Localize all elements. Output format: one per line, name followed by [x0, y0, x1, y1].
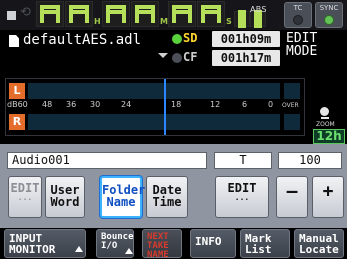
date-time-button[interactable]: Date Time — [146, 176, 188, 218]
button-label: Word — [50, 195, 80, 209]
edit-number-button[interactable]: EDIT ... — [215, 176, 269, 218]
tc-indicator: TC — [284, 2, 312, 28]
counter-unit-m: M — [160, 17, 168, 26]
triangle-up-icon — [75, 246, 83, 252]
button-label: Name — [106, 195, 136, 209]
scale-tick: 30 — [90, 100, 101, 109]
scale-tick: 12 — [210, 100, 221, 109]
scale-tick: OVER — [282, 102, 299, 109]
button-label: Locate — [299, 243, 339, 256]
counter-digit — [197, 1, 225, 27]
counter-unit-h: H — [94, 17, 101, 26]
media-remaining-time: 001h17m — [212, 50, 280, 66]
function-button-bar: INPUT MONITOR Bounce I/O NEXT TAKE NAME … — [0, 228, 347, 259]
counter-digit — [102, 1, 130, 27]
manual-locate-button[interactable]: Manual Locate — [294, 229, 344, 258]
time-counter: H M S — [36, 1, 268, 29]
type-field[interactable]: T — [214, 152, 272, 169]
file-icon — [9, 35, 19, 47]
channel-label-r: R — [9, 114, 25, 130]
edit-user-word-button[interactable]: EDIT ... — [8, 176, 42, 218]
meter-bar-l — [28, 83, 280, 99]
repeat-icon: ⟲ — [20, 5, 31, 20]
scale-tick: 18 — [171, 100, 182, 109]
scale-tick: 24 — [121, 100, 132, 109]
channel-label-l: L — [9, 83, 25, 99]
name-edit-panel: Audio001 T 100 EDIT ... User Word Folder… — [0, 144, 347, 228]
frame-digit — [234, 10, 250, 28]
next-take-name-button[interactable]: NEXT TAKE NAME — [142, 229, 182, 259]
increment-button[interactable]: + — [312, 176, 344, 218]
ellipsis-icon: ... — [17, 193, 33, 202]
tc-led-icon — [293, 15, 303, 25]
level-meter-area: L dB60 48 36 30 24 18 12 6 0 OVER R ZOOM… — [0, 68, 347, 144]
level-meter: L dB60 48 36 30 24 18 12 6 0 OVER R — [5, 78, 305, 136]
folder-name-button[interactable]: Folder Name — [100, 176, 145, 218]
chevron-down-icon[interactable] — [158, 53, 168, 58]
counter-unit-s: S — [226, 17, 232, 26]
zoom-label: ZOOM — [316, 121, 335, 128]
counter-digit — [36, 1, 64, 27]
media-label: SD — [183, 31, 198, 45]
scale-tick: dB60 — [7, 100, 28, 109]
button-label: List — [245, 243, 272, 256]
decrement-button[interactable]: – — [276, 176, 308, 218]
media-inactive-led-icon — [172, 53, 182, 63]
media-row-cf: CF 001h17m — [170, 50, 282, 67]
media-remaining: SD 001h09m CF 001h17m — [170, 31, 282, 67]
counter-digit — [65, 1, 93, 27]
counter-digit — [131, 1, 159, 27]
counter-digit — [168, 1, 196, 27]
stop-icon — [7, 11, 16, 20]
scale-tick: 6 — [242, 100, 248, 109]
meter-bar-r — [28, 114, 280, 130]
number-field[interactable]: 100 — [278, 152, 342, 169]
button-label: Time — [152, 195, 182, 209]
over-indicator-r — [284, 114, 300, 130]
zoom-value[interactable]: 12h — [313, 129, 345, 144]
scale-tick: 36 — [66, 100, 77, 109]
playhead-marker — [164, 79, 166, 135]
ellipsis-icon: ... — [234, 193, 250, 202]
sync-led-icon — [324, 15, 334, 25]
meter-scale: dB60 48 36 30 24 18 12 6 0 OVER — [6, 100, 306, 111]
input-monitor-button[interactable]: INPUT MONITOR — [4, 229, 86, 258]
project-filename[interactable]: defaultAES.adl — [23, 32, 141, 48]
sync-label: SYNC — [319, 4, 339, 12]
scale-tick: 48 — [42, 100, 53, 109]
edit-mode-label: EDIT MODE — [286, 31, 318, 59]
media-label: CF — [183, 50, 198, 64]
mark-list-button[interactable]: Mark List — [240, 229, 290, 258]
zoom-icon[interactable] — [320, 107, 329, 119]
tc-label: TC — [293, 4, 303, 12]
triangle-up-icon — [125, 248, 133, 254]
button-label: I/O — [101, 241, 118, 251]
button-label: MONITOR — [9, 243, 56, 256]
name-field[interactable]: Audio001 — [7, 152, 207, 169]
sync-indicator: SYNC — [315, 2, 343, 28]
media-active-led-icon — [172, 34, 182, 44]
media-row-sd: SD 001h09m — [170, 31, 282, 48]
media-remaining-time: 001h09m — [212, 31, 280, 47]
counter-mode-label: ABS — [250, 5, 267, 14]
over-indicator-l — [284, 83, 300, 99]
file-info-bar: defaultAES.adl SD 001h09m CF 001h17m EDI… — [0, 30, 347, 68]
scale-tick: 0 — [268, 100, 274, 109]
info-button[interactable]: INFO — [190, 229, 236, 258]
user-word-button[interactable]: User Word — [45, 176, 85, 218]
button-label: NAME — [147, 250, 169, 259]
status-bar: ⟲ H M S ABS TC SYNC — [0, 0, 347, 30]
bounce-io-button[interactable]: Bounce I/O — [96, 229, 134, 258]
